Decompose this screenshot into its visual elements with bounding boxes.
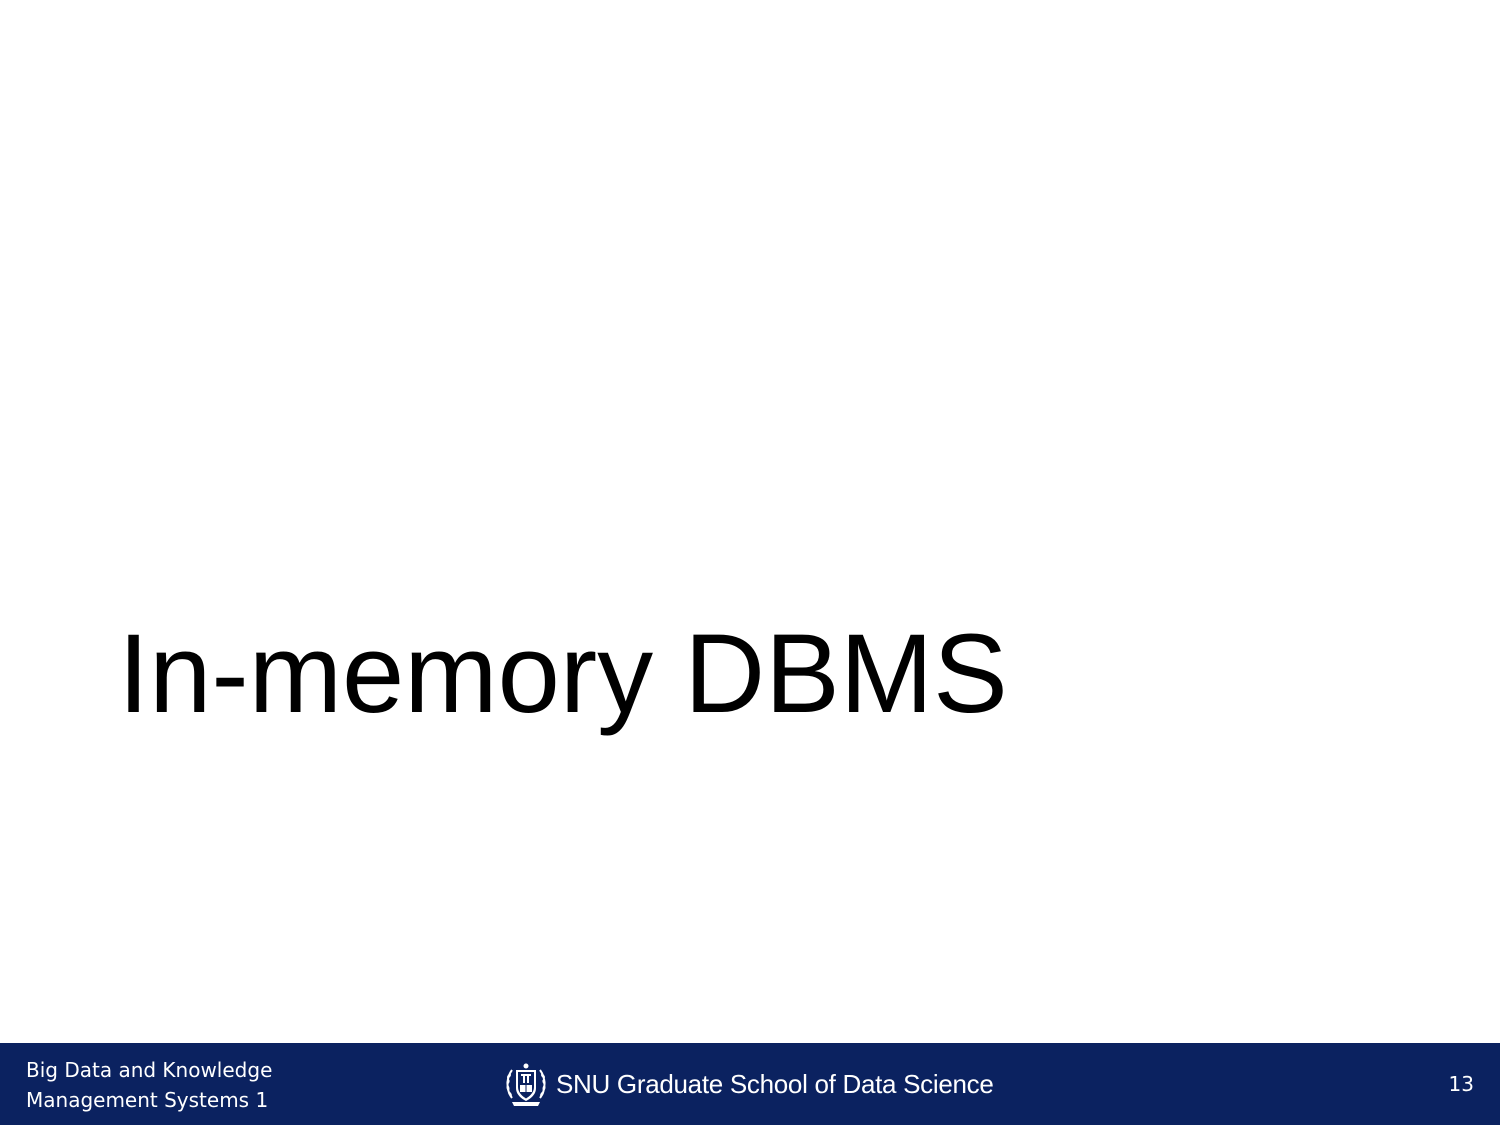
slide: In-memory DBMS Big Data and Knowledge Ma… bbox=[0, 0, 1500, 1125]
course-name-line-1: Big Data and Knowledge bbox=[26, 1058, 273, 1082]
school-brand: SNU Graduate School of Data Science bbox=[502, 1060, 994, 1108]
page-number: 13 bbox=[1448, 1072, 1474, 1096]
slide-footer: Big Data and Knowledge Management System… bbox=[0, 1043, 1500, 1125]
snu-emblem-icon bbox=[506, 1063, 546, 1106]
course-name-line-2: Management Systems 1 bbox=[26, 1088, 269, 1112]
slide-title: In-memory DBMS bbox=[118, 611, 1008, 736]
course-name: Big Data and Knowledge Management System… bbox=[26, 1055, 272, 1115]
school-name: SNU Graduate School of Data Science bbox=[556, 1068, 994, 1099]
